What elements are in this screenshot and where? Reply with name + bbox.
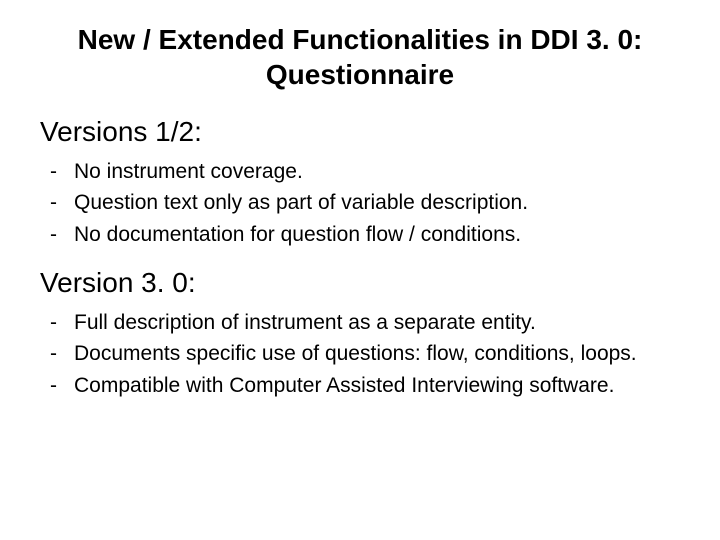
bullet-list: Full description of instrument as a sepa… <box>40 309 680 400</box>
list-item: No documentation for question flow / con… <box>40 221 680 249</box>
slide-title: New / Extended Functionalities in DDI 3.… <box>40 22 680 92</box>
list-item: Compatible with Computer Assisted Interv… <box>40 372 680 400</box>
section-heading: Version 3. 0: <box>40 267 680 299</box>
list-item: Question text only as part of variable d… <box>40 189 680 217</box>
bullet-list: No instrument coverage. Question text on… <box>40 158 680 249</box>
slide: New / Extended Functionalities in DDI 3.… <box>0 0 720 540</box>
list-item: Full description of instrument as a sepa… <box>40 309 680 337</box>
section-heading: Versions 1/2: <box>40 116 680 148</box>
list-item: Documents specific use of questions: flo… <box>40 340 680 368</box>
list-item: No instrument coverage. <box>40 158 680 186</box>
